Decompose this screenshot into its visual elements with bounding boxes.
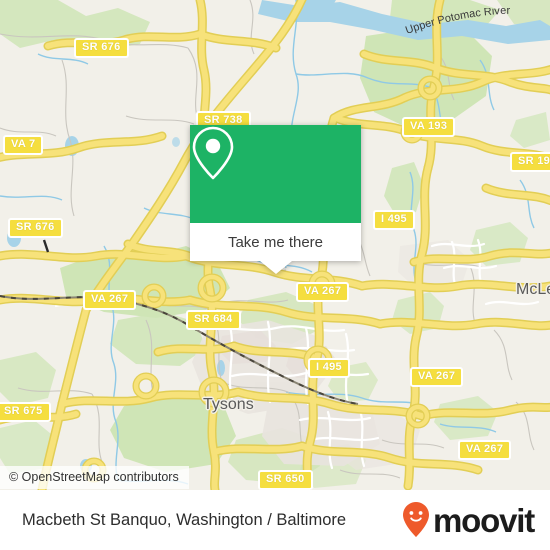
road-shield: SR 675	[0, 402, 51, 422]
footer-bar: Macbeth St Banquo, Washington / Baltimor…	[0, 490, 550, 550]
place-label-mclean: McLe	[516, 281, 550, 298]
road-shield: SR 676	[8, 218, 63, 238]
road-shield: SR 676	[74, 38, 129, 58]
popup-header	[190, 125, 361, 223]
road-shield: VA 267	[458, 440, 512, 460]
road-shield: SR 650	[258, 470, 313, 490]
road-shield: VA 7	[3, 135, 44, 155]
road-shield: VA 267	[83, 290, 137, 310]
road-shield: SR 193	[510, 152, 550, 172]
map-pin-icon	[192, 126, 234, 180]
map-canvas[interactable]: SR 676 VA 7 SR 738 VA 193 SR 193 SR 676 …	[0, 0, 550, 490]
take-me-there-label: Take me there	[227, 233, 324, 251]
water-label-upper-potomac-river: Upper Potomac River	[405, 8, 511, 37]
road-shield: VA 193	[402, 117, 456, 137]
map-screenshot: SR 676 VA 7 SR 738 VA 193 SR 193 SR 676 …	[0, 0, 550, 550]
map-attribution[interactable]: © OpenStreetMap contributors	[0, 466, 189, 489]
road-shield: VA 267	[296, 282, 350, 302]
popup-pointer	[259, 261, 292, 274]
road-shield: SR 684	[186, 310, 241, 330]
svg-text:Upper Potomac River: Upper Potomac River	[405, 8, 511, 37]
location-title: Macbeth St Banquo, Washington / Baltimor…	[22, 510, 347, 529]
road-shield: I 495	[373, 210, 415, 230]
place-label-tysons: Tysons	[203, 396, 254, 413]
road-shield: I 495	[308, 358, 350, 378]
moovit-smiley-pin-icon	[403, 502, 430, 537]
location-popup[interactable]: Take me there	[190, 125, 361, 274]
road-shield: VA 267	[410, 367, 464, 387]
moovit-brand[interactable]: moovit	[401, 501, 535, 539]
moovit-wordmark: moovit	[433, 501, 535, 539]
take-me-there-button[interactable]: Take me there	[190, 223, 361, 261]
